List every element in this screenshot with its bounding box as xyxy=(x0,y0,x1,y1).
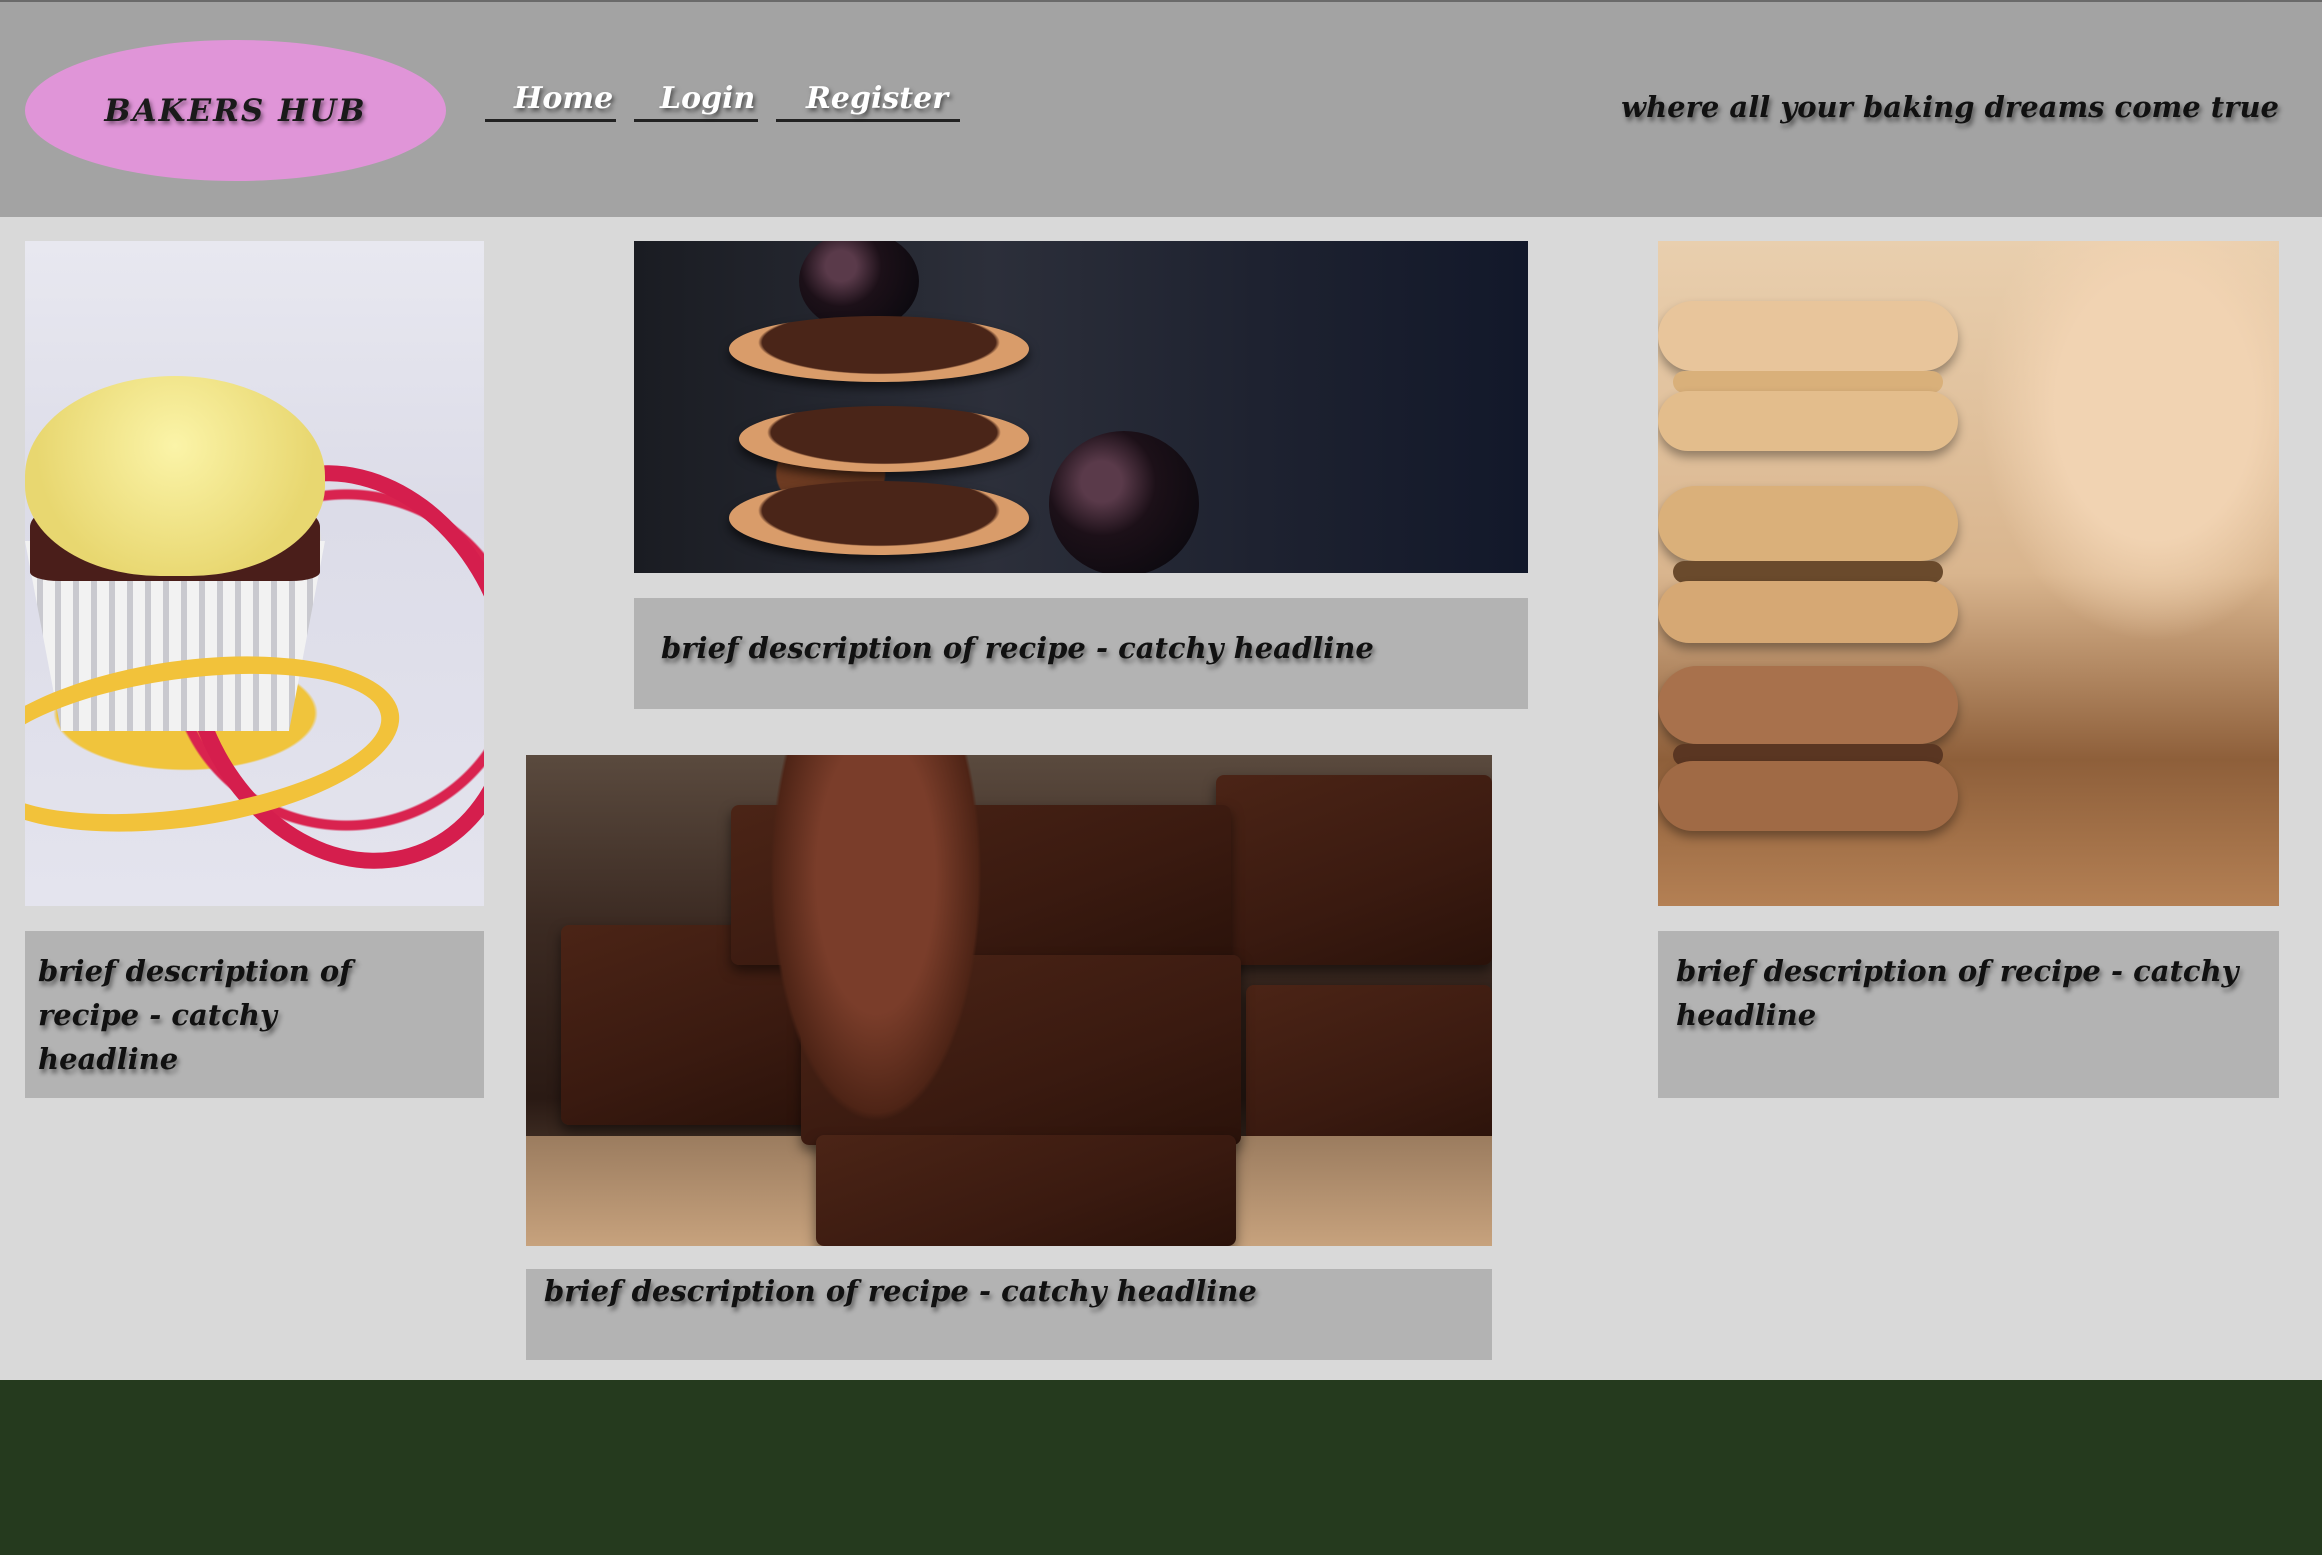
caption-line: headline xyxy=(38,1042,179,1076)
nav-home-link[interactable]: Home xyxy=(485,76,616,122)
site-footer xyxy=(0,1380,2322,1555)
brownie xyxy=(1246,985,1492,1155)
cupcake-caption[interactable]: brief description of recipe - catchy hea… xyxy=(25,931,484,1098)
cookie xyxy=(729,481,1029,555)
logo-text: BAKERS HUB xyxy=(104,92,367,129)
nav-login-link[interactable]: Login xyxy=(634,76,758,122)
caption-line: headline xyxy=(1676,998,1817,1032)
macaron xyxy=(1658,581,1958,643)
macarons-image[interactable] xyxy=(1658,241,2279,906)
cookie xyxy=(739,406,1029,472)
caption-line: brief description of recipe - catchy hea… xyxy=(661,631,1374,665)
brownie xyxy=(1216,775,1492,965)
chocolate-drip xyxy=(756,755,996,1155)
caption-line: brief description of xyxy=(38,954,352,988)
logo[interactable]: BAKERS HUB xyxy=(25,40,446,181)
brownies-caption[interactable]: brief description of recipe - catchy hea… xyxy=(526,1269,1492,1360)
macaron xyxy=(1658,301,1958,371)
macaron-filling xyxy=(1673,371,1943,393)
cookies-caption[interactable]: brief description of recipe - catchy hea… xyxy=(634,598,1528,709)
caption-line: brief description of recipe - catchy xyxy=(1676,954,2239,988)
macaron xyxy=(1658,486,1958,561)
macaron xyxy=(1658,391,1958,451)
nav-register-link[interactable]: Register xyxy=(776,76,960,122)
macarons-caption[interactable]: brief description of recipe - catchy hea… xyxy=(1658,931,2279,1098)
blackberry xyxy=(1049,431,1199,573)
cupcake-image[interactable] xyxy=(25,241,484,906)
site-header: BAKERS HUB Home Login Register where all… xyxy=(0,0,2322,217)
cupcake-frosting xyxy=(25,376,325,576)
brownies-image[interactable] xyxy=(526,755,1492,1246)
macaron-filling xyxy=(1673,561,1943,583)
macaron xyxy=(1658,761,1958,831)
cookie xyxy=(729,316,1029,382)
tagline: where all your baking dreams come true xyxy=(1621,90,2279,124)
caption-line: recipe - catchy xyxy=(38,998,277,1032)
caption-line: brief description of recipe - catchy hea… xyxy=(544,1274,1257,1308)
cookies-image[interactable] xyxy=(634,241,1528,573)
macaron xyxy=(1658,666,1958,744)
